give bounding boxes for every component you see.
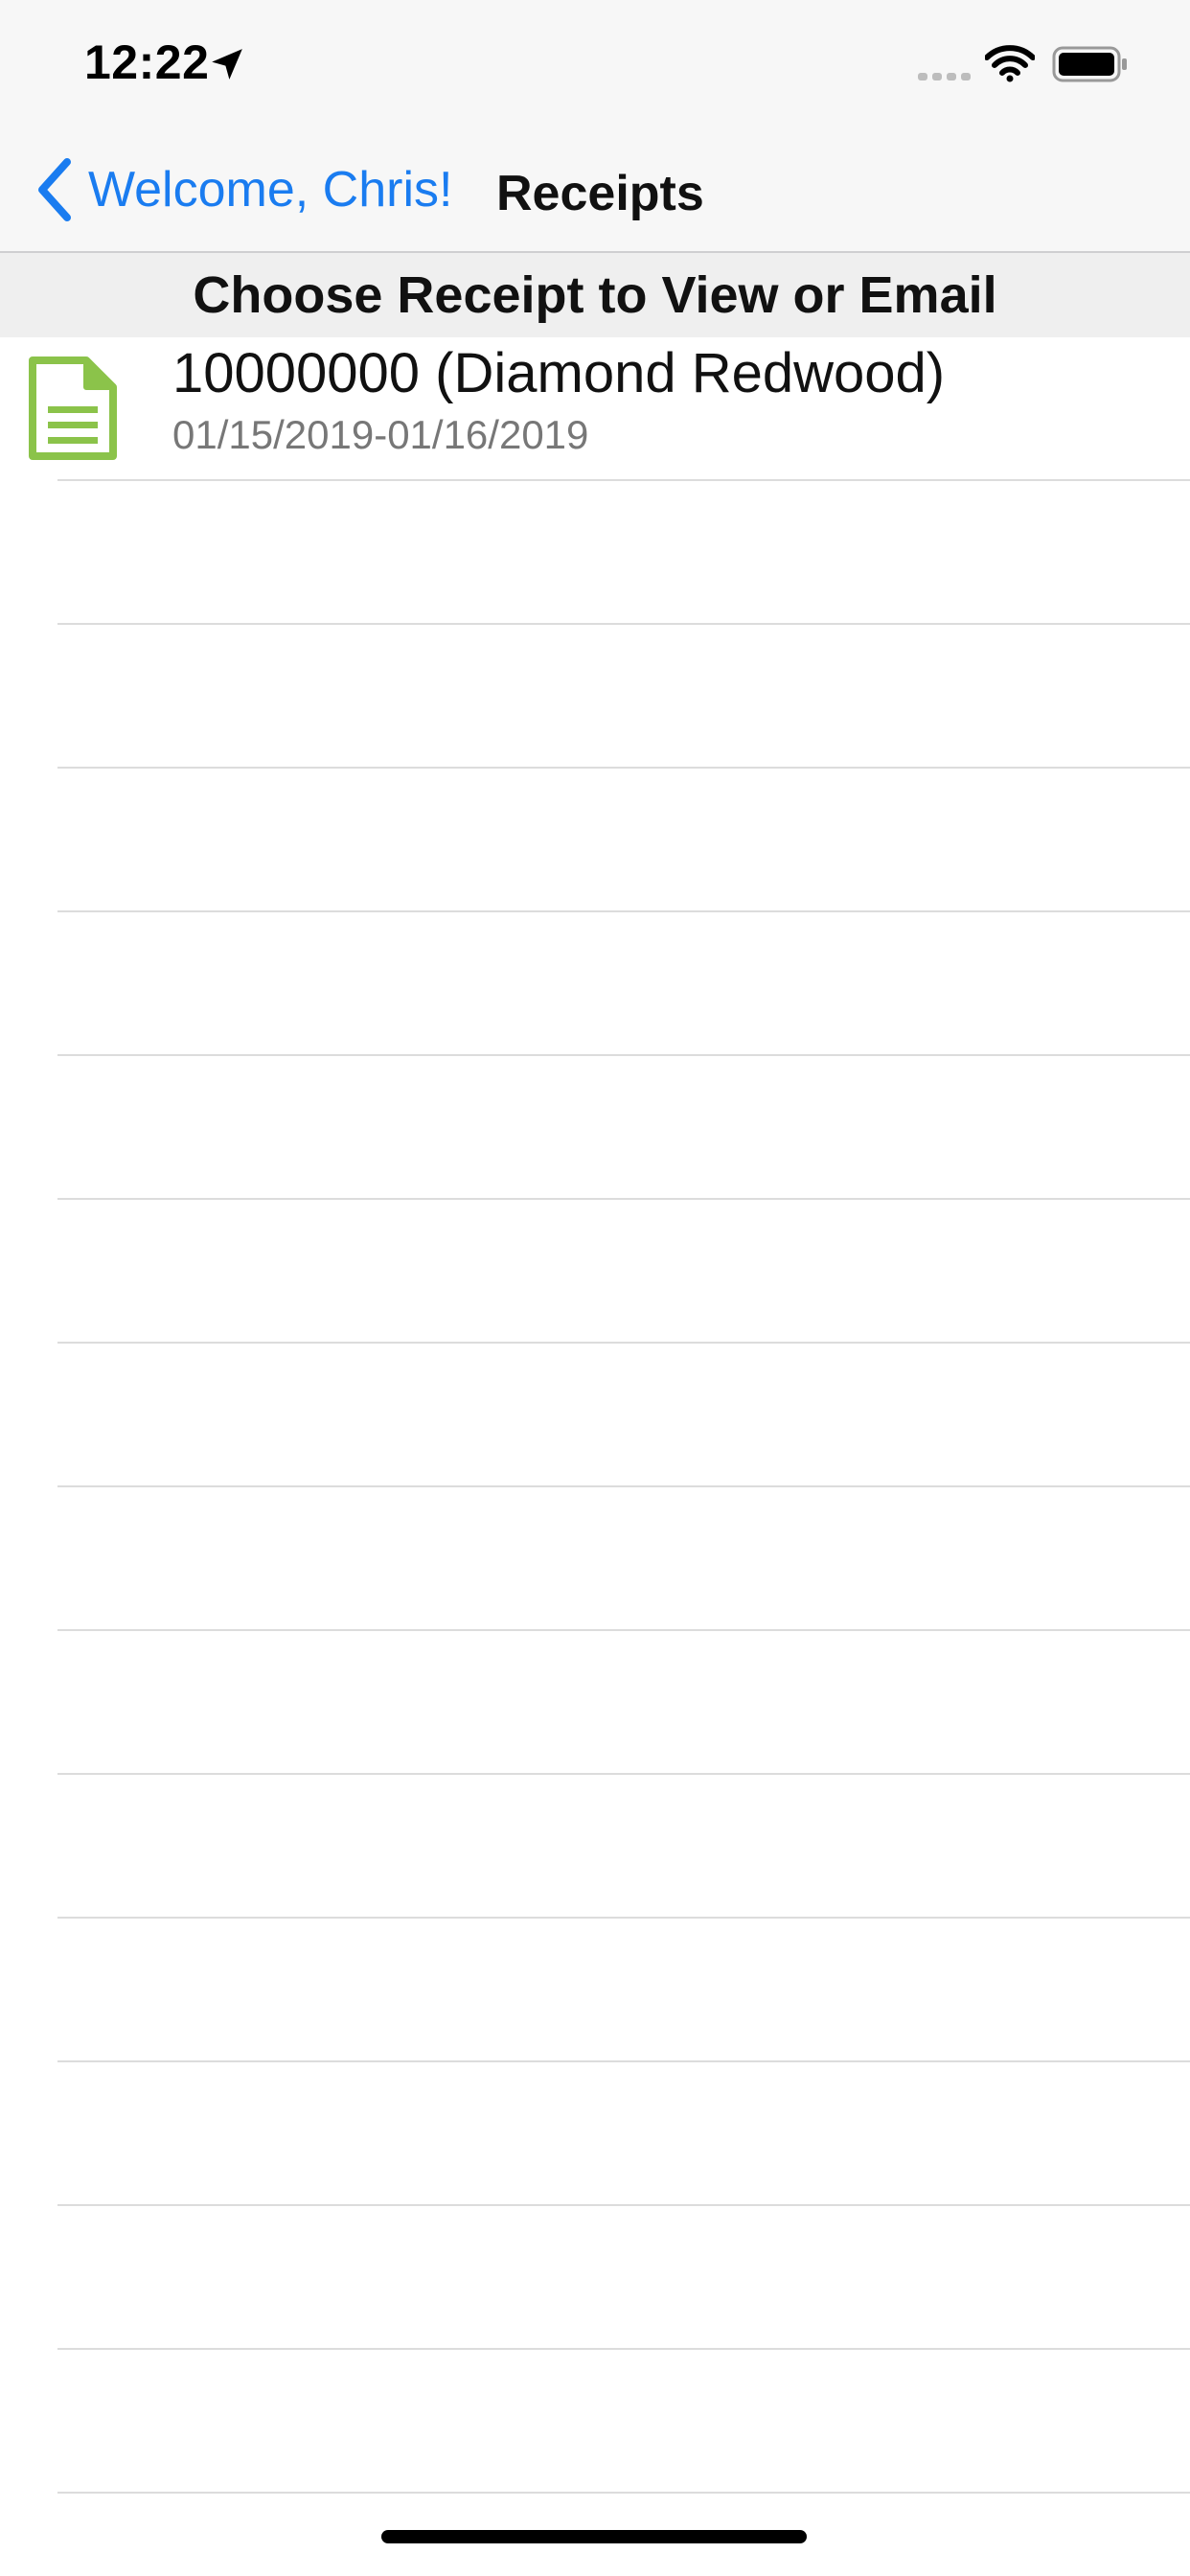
row-separator: [57, 1054, 1190, 1056]
row-separator: [57, 1773, 1190, 1775]
status-bar: 12:22: [0, 0, 1190, 126]
back-button[interactable]: Welcome, Chris!: [34, 155, 452, 224]
page-title: Receipts: [496, 166, 704, 221]
row-separator: [57, 2204, 1190, 2206]
row-separator: [57, 2492, 1190, 2494]
receipt-dates: 01/15/2019-01/16/2019: [172, 412, 589, 457]
wifi-icon: [985, 45, 1035, 82]
row-separator: [57, 1917, 1190, 1919]
receipt-row[interactable]: 10000000 (Diamond Redwood) 01/15/2019-01…: [0, 337, 1190, 481]
row-separator: [57, 623, 1190, 625]
status-time: 12:22: [84, 35, 210, 89]
row-separator: [57, 1485, 1190, 1487]
cellular-dots-icon: [918, 73, 971, 80]
chevron-left-icon: [38, 158, 71, 221]
row-separator: [57, 1629, 1190, 1631]
row-separator: [57, 767, 1190, 769]
battery-icon: [1052, 46, 1127, 82]
row-separator: [57, 1198, 1190, 1200]
row-separator: [57, 910, 1190, 912]
back-button-label: Welcome, Chris!: [88, 162, 453, 218]
document-icon: [29, 356, 117, 460]
receipt-list: 10000000 (Diamond Redwood) 01/15/2019-01…: [0, 337, 1190, 481]
row-separator: [57, 479, 1190, 481]
location-arrow-icon: [212, 49, 242, 80]
row-separator: [57, 2060, 1190, 2062]
navigation-bar: Welcome, Chris! Receipts: [0, 126, 1190, 253]
receipt-title: 10000000 (Diamond Redwood): [172, 342, 946, 404]
home-indicator[interactable]: [381, 2530, 807, 2543]
row-separator: [57, 2348, 1190, 2350]
section-header: Choose Receipt to View or Email: [0, 253, 1190, 337]
row-separator: [57, 1342, 1190, 1344]
